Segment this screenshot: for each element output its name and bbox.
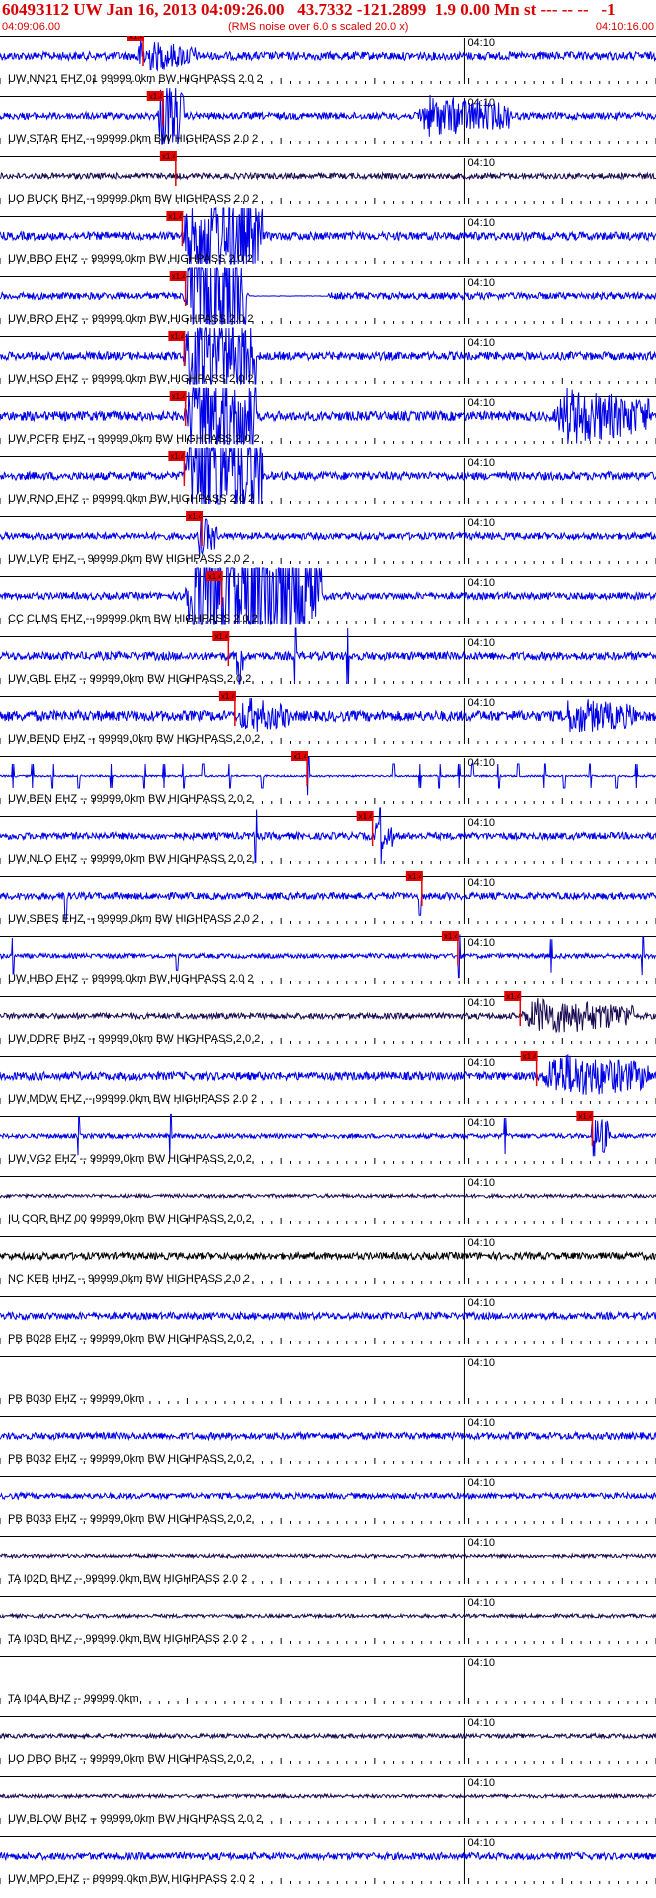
minute-tick-label: 04:10 [467,1477,495,1489]
plot-header: 60493112 UW Jan 16, 2013 04:09:26.00 43.… [0,0,656,36]
station-label: UW HSO EHZ -- 99999.0km BW HIGHPASS 2.0 … [8,373,254,385]
station-label: NC KEB HHZ -- 99999.0km BW HIGHPASS 2.0 … [8,1273,250,1285]
minute-tick-label: 04:10 [467,1717,495,1729]
station-label: UO DBO BHZ -- 99999.0km BW HIGHPASS 2.0 … [8,1753,252,1765]
minute-tick-label: 04:10 [467,697,495,709]
station-label: UW GBL EHZ -- 99999.0km BW HIGHPASS 2.0 … [8,673,251,685]
station-label: PB B032 EHZ -- 99999.0km BW HIGHPASS 2.0… [8,1453,252,1465]
waveform-trace [0,756,656,796]
waveform-trace [0,40,656,72]
waveform-trace [0,171,656,181]
station-label: UW DDRF BHZ -- 99999.0km BW HIGHPASS 2.0… [8,1033,260,1045]
waveform-trace [0,1310,656,1322]
station-label: UW MPO EHZ -- 99999.0km BW HIGHPASS 2.0 … [8,1873,255,1885]
waveform-trace [0,1113,656,1158]
waveform-trace [0,1552,656,1560]
minute-tick-label: 04:10 [467,277,495,289]
waveform-trace [0,1192,656,1200]
station-label: UW BRO EHZ -- 99999.0km BW HIGHPASS 2.0 … [8,313,254,325]
waveform-trace [0,1250,656,1262]
waveform-trace [0,1612,656,1620]
minute-tick-label: 04:10 [467,577,495,589]
station-label: UW PCFR EHZ -- 99999.0km BW HIGHPASS 2.0… [8,433,260,445]
station-label: UW SBES EHZ -- 99999.0km BW HIGHPASS 2.0… [8,913,259,925]
station-label: UW BLOW BHZ -- 99999.0km BW HIGHPASS 2.0… [8,1813,262,1825]
minute-tick-label: 04:10 [467,217,495,229]
station-label: UW STAR EHZ -- 99999.0km BW HIGHPASS 2.0… [8,133,258,145]
waveform-trace [0,1054,656,1095]
station-label: UW HBO EHZ -- 99999.0km BW HIGHPASS 2.0 … [8,973,254,985]
station-label: TA I04A BHZ -- 99999.0km [8,1693,139,1705]
station-label: UW NLO EHZ -- 99999.0km BW HIGHPASS 2.0 … [8,853,252,865]
station-label: UW MDW EHZ -- 99999.0km BW HIGHPASS 2.0 … [8,1093,257,1105]
waveform-trace [0,1850,656,1862]
minute-tick-label: 04:10 [467,877,495,889]
minute-tick-label: 04:10 [467,157,495,169]
station-label: IU COR BHZ 00 99999.0km BW HIGHPASS 2.0 … [8,1213,252,1225]
minute-tick-label: 04:10 [467,997,495,1009]
waveform-trace [0,1430,656,1442]
minute-tick-label: 04:10 [467,817,495,829]
station-label: PB B033 EHZ -- 99999.0km BW HIGHPASS 2.0… [8,1513,252,1525]
minute-tick-label: 04:10 [467,1297,495,1309]
minute-tick-label: 04:10 [467,37,495,49]
station-label: PB B028 EHZ -- 99999.0km BW HIGHPASS 2.0… [8,1333,252,1345]
station-label: UW BBO EHZ -- 99999.0km BW HIGHPASS 2.0 … [8,253,253,265]
event-title: 60493112 UW Jan 16, 2013 04:09:26.00 43.… [2,0,616,19]
waveform-trace [0,697,656,733]
minute-tick-label: 04:10 [467,1657,495,1669]
station-label: UO BUCK BHZ -- 99999.0km BW HIGHPASS 2.0… [8,193,258,205]
station-label: UW BEND EHZ -- 99999.0km BW HIGHPASS 2.0… [8,733,260,745]
seismogram-plot: 04:10 UW NN21 EHZ 01 99999.0km BW HIGHPAS… [0,36,656,1885]
station-label: PB B030 EHZ -- 99999.0km [8,1393,144,1405]
waveform-trace [0,997,656,1033]
station-label: UW LVP EHZ -- 99999.0km BW HIGHPASS 2.0 … [8,553,249,565]
minute-tick-label: 04:10 [467,337,495,349]
end-time: 04:10:16.00 [595,21,654,33]
station-label: TA I02D BHZ -- 99999.0km BW HIGHPASS 2.0… [8,1573,247,1585]
waveform-trace [0,1491,656,1501]
station-label: TA I03D BHZ -- 99999.0km BW HIGHPASS 2.0… [8,1633,247,1645]
station-label: UW BEN EHZ -- 99999.0km BW HIGHPASS 2.0 … [8,793,252,805]
station-label: CC CLMS EHZ -- 99999.0km BW HIGHPASS 2.0… [8,613,258,625]
minute-tick-label: 04:10 [467,1117,495,1129]
minute-tick-label: 04:10 [467,1237,495,1249]
minute-tick-label: 04:10 [467,637,495,649]
minute-tick-label: 04:10 [467,1597,495,1609]
station-label: UW RNO EHZ -- 99999.0km BW HIGHPASS 2.0 … [8,493,254,505]
station-label: UW NN21 EHZ 01 99999.0km BW HIGHPASS 2.0… [8,73,263,85]
waveform-trace [0,1731,656,1740]
station-label: UW VG2 EHZ -- 99999.0km BW HIGHPASS 2.0 … [8,1153,252,1165]
waveform-trace [0,1792,656,1800]
minute-tick-label: 04:10 [467,1357,495,1369]
minute-tick-label: 04:10 [467,1177,495,1189]
minute-tick-label: 04:10 [467,937,495,949]
scale-note: (RMS noise over 6.0 s scaled 20.0 x) [228,21,409,33]
minute-tick-label: 04:10 [467,1537,495,1549]
waveform-trace [0,934,656,979]
minute-tick-label: 04:10 [467,1057,495,1069]
minute-tick-label: 04:10 [467,517,495,529]
minute-tick-label: 04:10 [467,1777,495,1789]
minute-tick-label: 04:10 [467,457,495,469]
minute-tick-label: 04:10 [467,397,495,409]
minute-tick-label: 04:10 [467,1837,495,1849]
waveform-trace [0,516,656,557]
minute-tick-label: 04:10 [467,1417,495,1429]
start-time: 04:09:06.00 [2,21,61,33]
